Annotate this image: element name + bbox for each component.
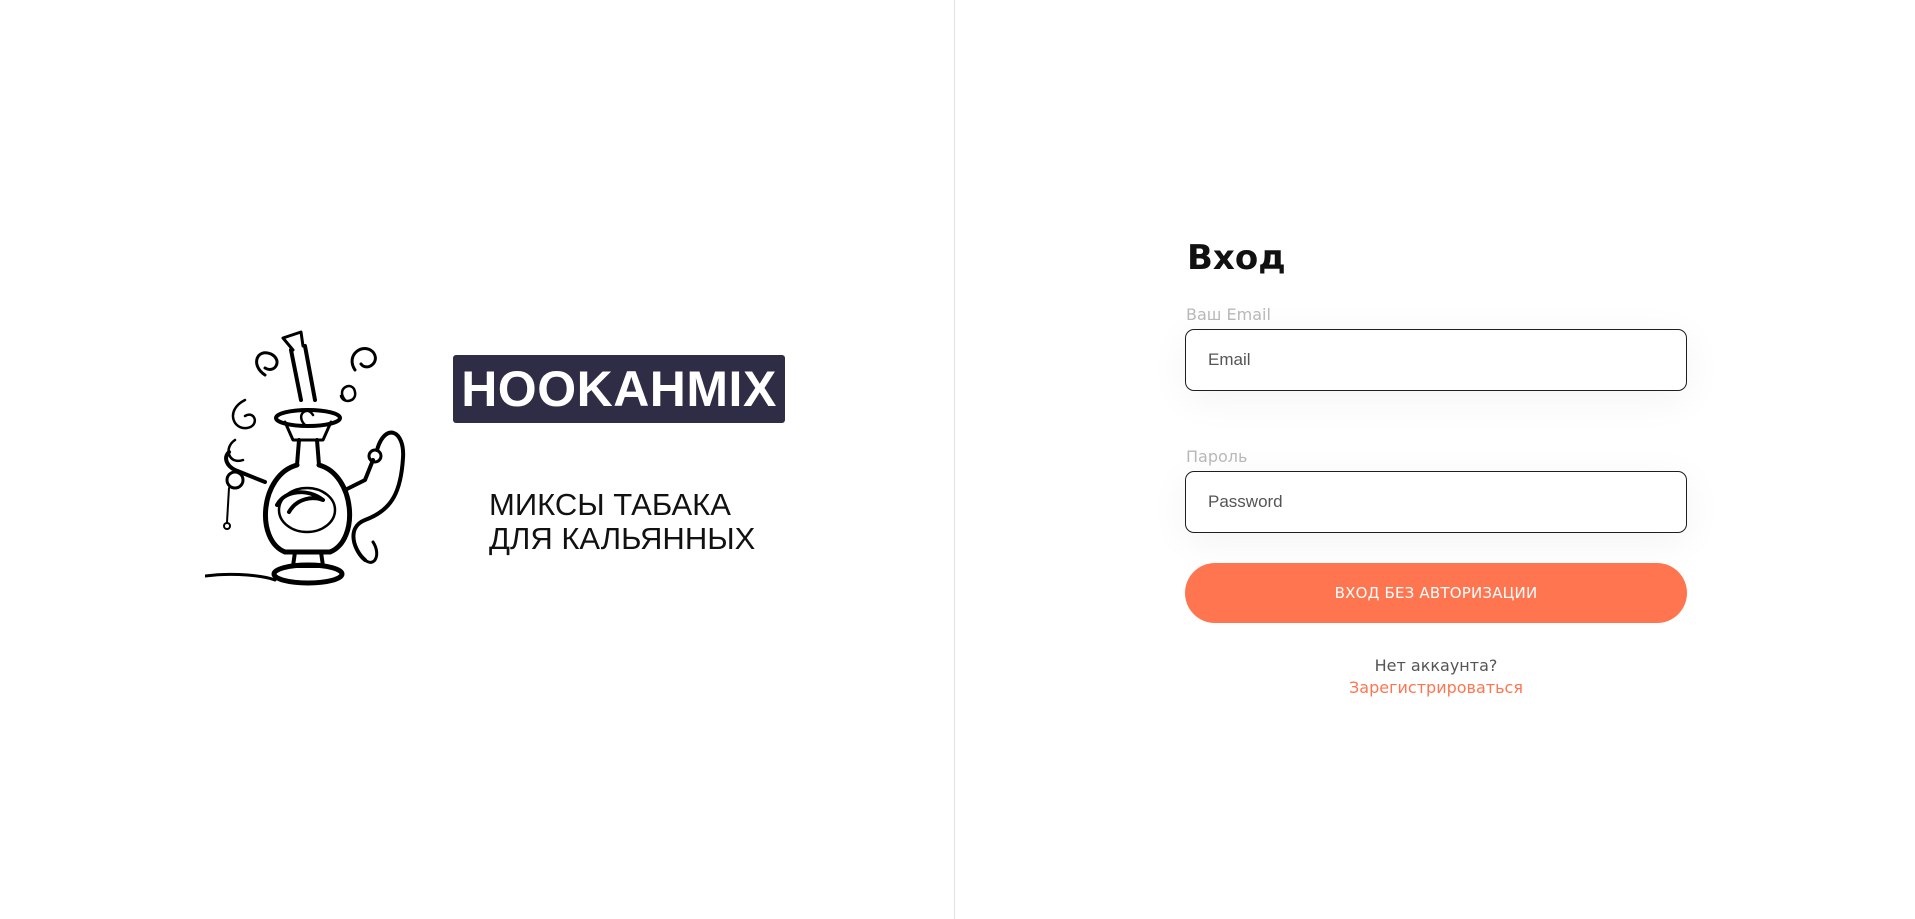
login-form: Вход Ваш Email Пароль ВХОД БЕЗ АВТОРИЗАЦ… [1185, 235, 1687, 699]
email-label: Ваш Email [1186, 305, 1271, 324]
password-field-box [1185, 471, 1687, 533]
no-account-text: Нет аккаунта? [1374, 656, 1498, 675]
brand-pane: HOOKAHMIX МИКСЫ ТАБАКА ДЛЯ КАЛЬЯННЫХ [0, 0, 955, 919]
brand-tagline: МИКСЫ ТАБАКА ДЛЯ КАЛЬЯННЫХ [489, 488, 755, 556]
password-label: Пароль [1186, 447, 1248, 466]
brand-name: HOOKAHMIX [461, 361, 777, 417]
page-title: Вход [1187, 238, 1286, 278]
login-page: HOOKAHMIX МИКСЫ ТАБАКА ДЛЯ КАЛЬЯННЫХ Вхо… [0, 0, 1915, 919]
tagline-line-2: ДЛЯ КАЛЬЯННЫХ [489, 521, 756, 556]
email-input[interactable] [1206, 349, 1666, 371]
login-pane: Вход Ваш Email Пароль ВХОД БЕЗ АВТОРИЗАЦ… [955, 0, 1915, 919]
email-field-box [1185, 329, 1687, 391]
register-block: Нет аккаунта? Зарегистрироваться [1185, 655, 1687, 699]
tagline-line-1: МИКСЫ ТАБАКА [489, 487, 731, 522]
brand-logo-box: HOOKAHMIX [453, 355, 785, 423]
password-input[interactable] [1206, 491, 1666, 513]
login-without-auth-button[interactable]: ВХОД БЕЗ АВТОРИЗАЦИИ [1185, 563, 1687, 623]
register-link[interactable]: Зарегистрироваться [1349, 678, 1523, 697]
hookah-icon [205, 330, 406, 586]
